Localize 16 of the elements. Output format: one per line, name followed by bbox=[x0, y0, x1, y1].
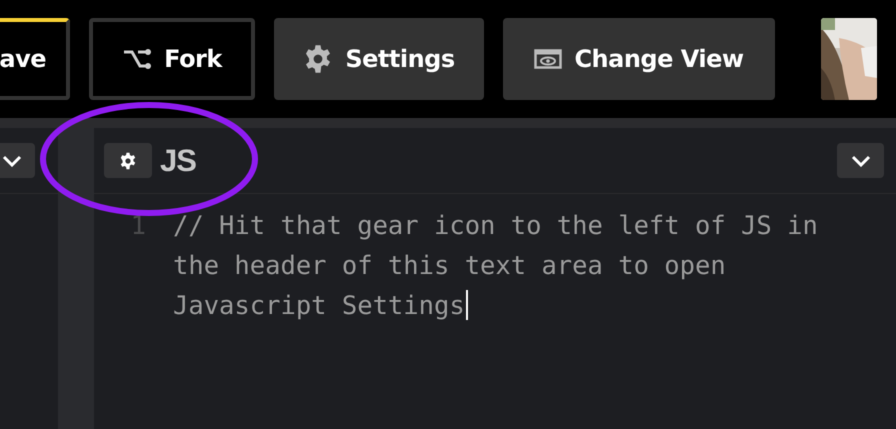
collapse-button[interactable] bbox=[837, 143, 884, 178]
chevron-down-icon bbox=[850, 154, 870, 166]
settings-button[interactable] bbox=[104, 143, 152, 178]
branch-icon bbox=[122, 48, 152, 70]
panel-title: JS bbox=[160, 142, 197, 178]
chevron-down-icon bbox=[2, 154, 22, 166]
fork-button[interactable]: Fork bbox=[89, 18, 255, 100]
gear-icon bbox=[119, 152, 137, 170]
change-view-button[interactable]: Change View bbox=[503, 18, 775, 100]
text-cursor bbox=[466, 290, 468, 320]
collapse-button[interactable] bbox=[0, 143, 35, 178]
resize-handle[interactable] bbox=[58, 128, 94, 429]
settings-button[interactable]: Settings bbox=[274, 18, 484, 100]
code-line[interactable]: // Hit that gear icon to the left of JS in the header of this text area to open Javascript Settings bbox=[173, 206, 834, 326]
save-button[interactable]: ave bbox=[0, 18, 70, 100]
view-icon bbox=[534, 49, 562, 69]
